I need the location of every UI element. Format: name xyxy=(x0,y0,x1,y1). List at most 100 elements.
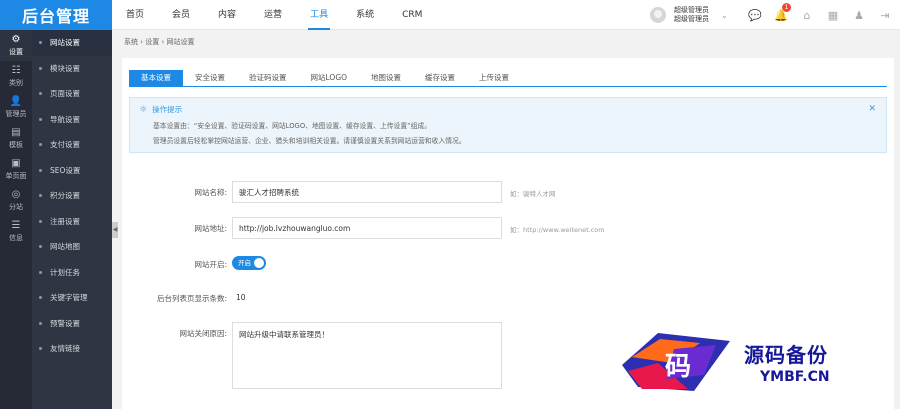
bullet-icon xyxy=(39,41,42,45)
submenu-item-module-settings[interactable]: 模块设置 xyxy=(32,56,112,82)
bullet-icon xyxy=(39,92,42,96)
topnav-members[interactable]: 会员 xyxy=(158,0,204,30)
watermark-emblem-icon: 码 xyxy=(622,333,730,391)
form-row-list-count: 后台列表页显示条数: 10 xyxy=(122,287,894,309)
bullet-icon xyxy=(39,66,42,70)
collapse-sidebar-button[interactable]: ◀ xyxy=(112,222,118,238)
settings-tabs: 基本设置 安全设置 验证码设置 网站LOGO 地图设置 缓存设置 上传设置 xyxy=(129,70,887,87)
topnav-system[interactable]: 系统 xyxy=(342,0,388,30)
site-open-label: 网站开启: xyxy=(194,260,227,269)
avatar xyxy=(650,7,666,23)
category-icon: ☷ xyxy=(11,65,21,76)
submenu-item-nav-settings[interactable]: 导航设置 xyxy=(32,107,112,133)
sub-menu: 网站设置 模块设置 页面设置 导航设置 支付设置 SEO设置 积分设置 注册设置… xyxy=(32,30,112,409)
list-count-label: 后台列表页显示条数: xyxy=(156,294,227,303)
message-icon[interactable]: 💬 xyxy=(742,0,768,30)
close-reason-textarea[interactable]: 网站升级中请联系管理员！ xyxy=(232,322,502,389)
notification-badge: 1 xyxy=(782,3,791,12)
tab-map[interactable]: 地图设置 xyxy=(359,70,413,86)
leftbar-item-admin[interactable]: 👤 管理员 xyxy=(0,92,32,123)
close-reason-label: 网站关闭原因: xyxy=(179,329,227,338)
leftbar-item-template[interactable]: ▤ 模板 xyxy=(0,123,32,154)
tab-upload[interactable]: 上传设置 xyxy=(467,70,521,86)
leftbar-label: 管理员 xyxy=(5,110,27,118)
bullet-icon xyxy=(39,296,42,300)
top-icons: 💬 🔔 1 ⌂ ▦ ♟ ⇥ xyxy=(742,0,898,30)
close-icon[interactable]: ✕ xyxy=(868,104,876,114)
submenu-item-seo-settings[interactable]: SEO设置 xyxy=(32,158,112,184)
user-menu[interactable]: 超级管理员 超级管理员 ⌄ xyxy=(650,5,728,25)
submenu-item-points-settings[interactable]: 积分设置 xyxy=(32,183,112,209)
submenu-item-payment-settings[interactable]: 支付设置 xyxy=(32,132,112,158)
bullet-icon xyxy=(39,245,42,249)
leftbar-item-settings[interactable]: ⚙ 设置 xyxy=(0,30,32,61)
tip-title: ☼ 操作提示 xyxy=(139,104,182,115)
leftbar-item-substation[interactable]: ◎ 分站 xyxy=(0,185,32,216)
tab-logo[interactable]: 网站LOGO xyxy=(299,70,360,86)
user-switch-glyph: ♟ xyxy=(854,8,864,22)
user-name: 超级管理员 超级管理员 xyxy=(674,6,709,24)
submenu-label: 计划任务 xyxy=(50,267,80,277)
info-icon: ☰ xyxy=(11,220,21,231)
submenu-item-page-settings[interactable]: 页面设置 xyxy=(32,81,112,107)
submenu-label: 网站设置 xyxy=(50,38,80,48)
tip-title-text: 操作提示 xyxy=(152,105,183,114)
page-icon: ▣ xyxy=(11,158,21,169)
site-url-input[interactable] xyxy=(232,217,502,239)
leftbar-item-category[interactable]: ☷ 类别 xyxy=(0,61,32,92)
gear-icon: ⚙ xyxy=(11,34,21,45)
topnav-home[interactable]: 首页 xyxy=(112,0,158,30)
site-name-input[interactable] xyxy=(232,181,502,203)
submenu-label: 页面设置 xyxy=(50,89,80,99)
submenu-item-friend-links[interactable]: 友情链接 xyxy=(32,336,112,362)
topnav-crm[interactable]: CRM xyxy=(388,0,436,30)
submenu-item-warning-settings[interactable]: 预警设置 xyxy=(32,311,112,337)
leftbar-label: 信息 xyxy=(9,234,23,242)
app-logo: 后台管理 xyxy=(0,0,112,30)
form-row-site-name: 网站名称: 如：骏特人才网 xyxy=(122,181,894,203)
home-icon[interactable]: ⌂ xyxy=(794,0,820,30)
grid-glyph: ▦ xyxy=(827,8,839,22)
tab-cache[interactable]: 缓存设置 xyxy=(413,70,467,86)
submenu-label: SEO设置 xyxy=(50,165,81,175)
tab-security[interactable]: 安全设置 xyxy=(183,70,237,86)
bullet-icon xyxy=(39,143,42,147)
user-switch-icon[interactable]: ♟ xyxy=(846,0,872,30)
topnav-operations[interactable]: 运营 xyxy=(250,0,296,30)
home-glyph: ⌂ xyxy=(803,8,811,22)
list-count-value[interactable]: 10 xyxy=(236,293,246,302)
message-glyph: 💬 xyxy=(748,8,762,22)
tab-captcha[interactable]: 验证码设置 xyxy=(237,70,299,86)
tip-line-1: 基本设置由：“安全设置、验证码设置、网站LOGO、地图设置、缓存设置、上传设置”… xyxy=(153,122,432,130)
chevron-down-icon: ⌄ xyxy=(721,10,728,20)
submenu-label: 模块设置 xyxy=(50,63,80,73)
submenu-item-sitemap[interactable]: 网站地图 xyxy=(32,234,112,260)
submenu-item-keyword-management[interactable]: 关键字管理 xyxy=(32,285,112,311)
admin-icon: 👤 xyxy=(9,96,23,107)
topnav-tools[interactable]: 工具 xyxy=(296,0,342,30)
notification-bell-icon[interactable]: 🔔 1 xyxy=(768,0,794,30)
submenu-item-scheduled-tasks[interactable]: 计划任务 xyxy=(32,260,112,286)
lightbulb-icon: ☼ xyxy=(139,104,148,115)
bullet-icon xyxy=(39,270,42,274)
watermark-badge-text: 码 xyxy=(665,352,691,382)
submenu-label: 导航设置 xyxy=(50,114,80,124)
submenu-item-site-settings[interactable]: 网站设置 xyxy=(32,30,112,56)
logout-icon[interactable]: ⇥ xyxy=(872,0,898,30)
bullet-icon xyxy=(39,219,42,223)
user-name-line2: 超级管理员 xyxy=(674,15,709,23)
topnav-content[interactable]: 内容 xyxy=(204,0,250,30)
submenu-label: 积分设置 xyxy=(50,191,80,201)
watermark-cn-text: 源码备份 xyxy=(744,343,828,367)
tip-line-2: 管理员设置后轻松掌控网站运营、企业、猎头和培训相关设置。请谨慎设置关系到网站运营… xyxy=(153,137,466,145)
leftbar-item-info[interactable]: ☰ 信息 xyxy=(0,216,32,247)
tab-basic[interactable]: 基本设置 xyxy=(129,70,183,86)
leftbar-item-page[interactable]: ▣ 单页面 xyxy=(0,154,32,185)
grid-icon[interactable]: ▦ xyxy=(820,0,846,30)
site-open-toggle[interactable]: 开启 xyxy=(232,256,266,270)
bullet-icon xyxy=(39,321,42,325)
submenu-item-register-settings[interactable]: 注册设置 xyxy=(32,209,112,235)
bullet-icon xyxy=(39,168,42,172)
leftbar-label: 单页面 xyxy=(5,172,27,180)
operation-tip: ☼ 操作提示 基本设置由：“安全设置、验证码设置、网站LOGO、地图设置、缓存设置… xyxy=(129,97,887,153)
